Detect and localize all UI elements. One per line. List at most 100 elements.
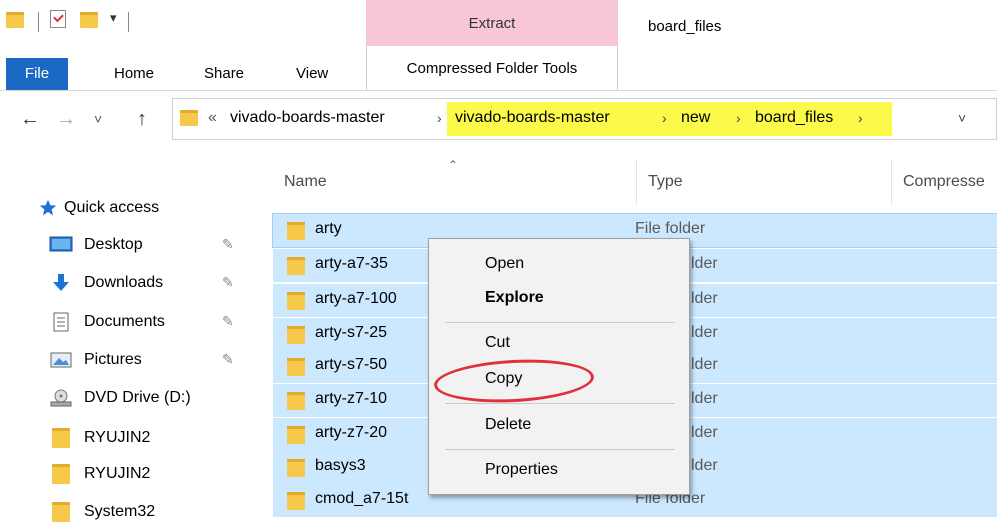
row-name: basys3 [315,457,366,474]
address-dropdown-chevron-icon[interactable]: ˅ [958,107,966,129]
sidebar-item-label: DVD Drive (D:) [84,389,191,406]
row-name: arty-a7-35 [315,255,388,272]
folder-icon [287,257,305,275]
ribbon-divider [0,90,997,91]
extract-label: Extract [468,14,516,32]
pin-icon[interactable]: ✎ [222,274,234,291]
sidebar-item-quick-access[interactable]: Quick access [38,193,159,223]
row-type: lder [691,255,718,272]
menu-item-open[interactable]: Open [485,255,524,273]
sidebar-item-label: Pictures [84,351,142,368]
menu-item-delete[interactable]: Delete [485,416,531,434]
row-type: lder [691,356,718,373]
new-folder-icon[interactable] [80,12,98,28]
row-type: lder [691,457,718,474]
row-type: lder [691,390,718,407]
column-header-compressed-size[interactable]: Compresse [903,173,985,191]
folder-icon [287,222,305,240]
row-type: lder [691,324,718,341]
menu-separator [445,449,675,450]
menu-item-explore[interactable]: Explore [485,289,544,307]
tab-home[interactable]: Home [110,58,158,90]
crumb-separator[interactable]: › [858,107,863,129]
extract-context-tab[interactable]: Extract [366,0,618,46]
folder-icon [287,459,305,477]
star-icon [38,198,58,218]
properties-check-icon[interactable] [50,10,66,28]
row-name: arty [315,220,342,237]
pictures-icon [48,350,74,370]
up-arrow-icon[interactable]: ↑ [137,105,147,133]
folder-icon [48,464,74,484]
sidebar-item-system32[interactable]: System32 [48,497,155,527]
pin-icon[interactable]: ✎ [222,236,234,253]
tab-view[interactable]: View [292,58,332,90]
row-name: arty-z7-10 [315,390,388,407]
column-divider[interactable] [636,160,637,204]
row-type: lder [691,290,718,307]
sidebar-item-label: Documents [84,313,165,330]
crumb-new[interactable]: new [681,107,710,129]
tab-file[interactable]: File [6,58,68,90]
crumb-separator[interactable]: › [437,107,442,129]
sidebar-item-downloads[interactable]: Downloads [48,268,163,298]
tab-compressed-folder-tools[interactable]: Compressed Folder Tools [366,46,618,90]
row-name: arty-z7-20 [315,424,388,441]
recent-locations-chevron-icon[interactable]: ˅ [94,105,102,133]
folder-icon [287,292,305,310]
download-arrow-icon [48,273,74,293]
folder-icon [287,326,305,344]
row-type: File folder [635,220,706,237]
sidebar-item-label: RYUJIN2 [84,429,151,446]
menu-separator [445,403,675,404]
row-name: arty-a7-100 [315,290,397,307]
folder-icon [287,426,305,444]
crumb-separator[interactable]: › [662,107,667,129]
sidebar-item-label: Quick access [64,199,160,216]
menu-item-properties[interactable]: Properties [485,461,558,479]
window-title: board_files [648,18,722,35]
folder-icon [287,358,305,376]
pin-icon[interactable]: ✎ [222,313,234,330]
quick-access-folder-icon[interactable] [6,12,24,28]
sidebar-item-label: System32 [84,503,156,520]
toolbar-separator [38,12,39,32]
sidebar-item-ryujin2[interactable]: RYUJIN2 [48,459,150,489]
crumb-vivado-boards-master-1[interactable]: vivado-boards-master [230,107,385,129]
sidebar-item-pictures[interactable]: Pictures [48,345,142,375]
crumb-separator[interactable]: › [736,107,741,129]
desktop-icon [48,235,74,255]
sidebar-item-label: Downloads [84,274,164,291]
folder-icon [287,492,305,510]
sidebar-item-desktop[interactable]: Desktop [48,230,143,260]
column-divider[interactable] [891,160,892,204]
sidebar-item-label: RYUJIN2 [84,465,151,482]
row-name: arty-s7-50 [315,356,388,373]
tab-share[interactable]: Share [200,58,248,90]
folder-icon [287,392,305,410]
tab-compressed-folder-tools-label: Compressed Folder Tools [406,59,578,77]
pin-icon[interactable]: ✎ [222,351,234,368]
toolbar-separator [128,12,129,32]
sidebar-item-label: Desktop [84,236,143,253]
column-header-name[interactable]: Name [284,173,327,191]
column-header-type[interactable]: Type [648,173,683,191]
back-arrow-icon[interactable]: ← [20,105,40,133]
crumb-board-files[interactable]: board_files [755,107,833,129]
menu-item-cut[interactable]: Cut [485,334,510,352]
sidebar-item-ryujin2[interactable]: RYUJIN2 [48,423,150,453]
sort-ascending-icon: ⌃ [448,158,459,172]
crumb-vivado-boards-master-2[interactable]: vivado-boards-master [455,107,610,129]
crumb-overflow[interactable]: « [208,107,217,129]
sidebar-item-dvd-drive[interactable]: DVD Drive (D:) [48,383,191,413]
sidebar-item-documents[interactable]: Documents [48,307,165,337]
row-name: arty-s7-25 [315,324,388,341]
address-folder-icon [180,110,198,126]
folder-icon [48,502,74,522]
menu-separator [445,322,675,323]
documents-icon [48,312,74,332]
forward-arrow-icon[interactable]: → [56,105,76,133]
row-name: cmod_a7-15t [315,490,409,507]
customize-dropdown-icon[interactable]: ▾ [110,10,117,26]
folder-icon [48,428,74,448]
